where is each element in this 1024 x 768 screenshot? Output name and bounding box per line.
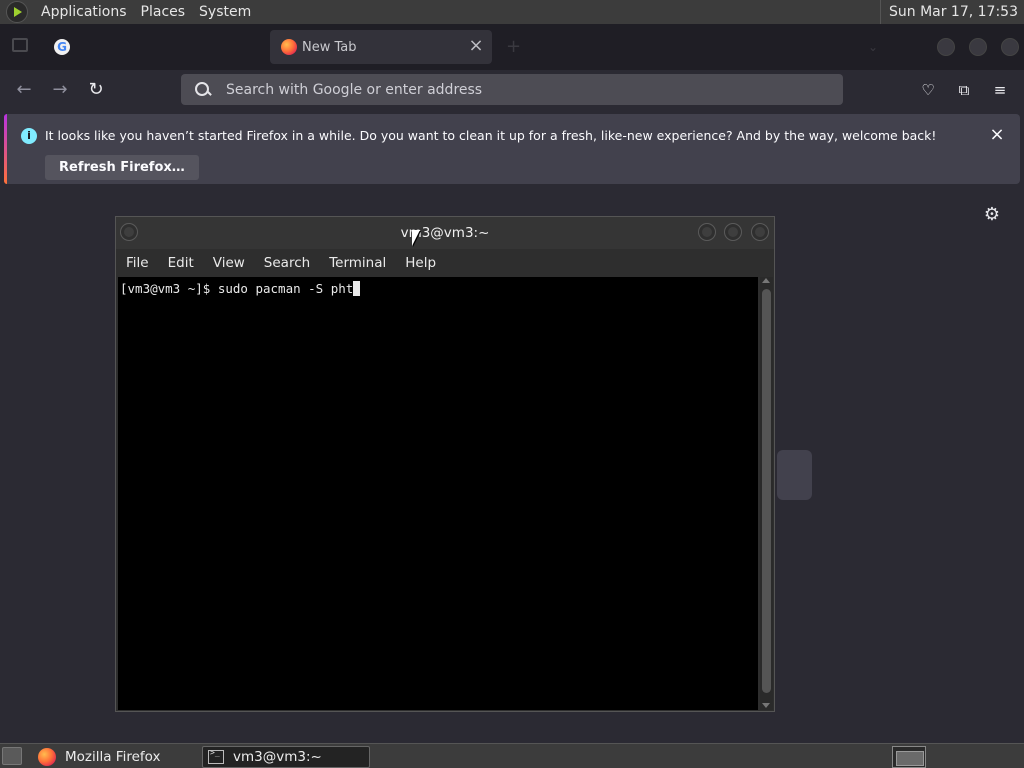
pocket-icon[interactable]: ♡ (918, 80, 938, 100)
terminal-window: vm3@vm3:~ File Edit View Search Terminal… (115, 216, 775, 712)
minimize-icon[interactable] (698, 223, 716, 241)
google-favicon-icon: G (54, 39, 70, 55)
applications-menu[interactable]: Applications (34, 0, 134, 24)
menu-terminal[interactable]: Terminal (319, 255, 395, 271)
typed-command: sudo pacman -S pht (217, 281, 354, 296)
terminal-icon (208, 748, 224, 764)
firefox-tab-bar: G New Tab × + ⌄ (0, 24, 1024, 70)
taskbar-firefox[interactable]: Mozilla Firefox (34, 746, 198, 768)
menu-edit[interactable]: Edit (158, 255, 203, 271)
notification-area: i It looks like you haven’t started Fire… (0, 110, 1024, 186)
bottom-panel: Mozilla Firefox vm3@vm3:~ (0, 743, 1024, 768)
gear-icon[interactable]: ⚙ (983, 206, 1001, 224)
menu-search[interactable]: Search (254, 255, 319, 271)
firefox-favicon-icon (281, 39, 297, 55)
tab-title: New Tab (302, 39, 357, 55)
workspace-switcher[interactable] (892, 746, 926, 768)
firefox-nav-bar: ← → ↻ ♡ ⧉ ≡ (0, 70, 1024, 110)
window-menu-icon[interactable] (120, 223, 138, 241)
hamburger-menu-icon[interactable]: ≡ (990, 80, 1010, 100)
terminal-screen[interactable]: [vm3@vm3 ~]$ sudo pacman -S pht (118, 277, 758, 710)
new-tab-plus-icon[interactable]: + (506, 38, 521, 56)
menu-help[interactable]: Help (395, 255, 445, 271)
extensions-puzzle-icon[interactable]: ⧉ (954, 80, 974, 100)
refresh-firefox-button[interactable]: Refresh Firefox… (45, 155, 199, 180)
terminal-titlebar[interactable]: vm3@vm3:~ (116, 217, 774, 249)
show-desktop-icon[interactable] (2, 747, 22, 765)
terminal-scrollbar[interactable] (760, 277, 773, 710)
firefox-icon (38, 748, 56, 766)
distro-logo-icon[interactable] (6, 1, 28, 23)
task-label: Mozilla Firefox (65, 749, 161, 765)
close-window-icon[interactable] (1001, 38, 1019, 56)
close-icon[interactable] (751, 223, 769, 241)
menu-view[interactable]: View (203, 255, 254, 271)
back-arrow-icon[interactable]: ← (14, 80, 34, 100)
tab-new-tab[interactable]: New Tab × (270, 30, 492, 64)
info-icon: i (21, 128, 37, 144)
url-bar[interactable] (181, 74, 843, 105)
notification-message: It looks like you haven’t started Firefo… (45, 128, 937, 143)
taskbar-terminal[interactable]: vm3@vm3:~ (202, 746, 370, 768)
scrollbar-thumb[interactable] (762, 289, 771, 693)
system-menu[interactable]: System (192, 0, 258, 24)
scroll-up-arrow-icon[interactable] (762, 278, 770, 283)
search-icon (194, 81, 212, 99)
shell-prompt: [vm3@vm3 ~]$ (120, 281, 218, 296)
refresh-firefox-notification: i It looks like you haven’t started Fire… (4, 114, 1020, 184)
minimize-window-icon[interactable] (937, 38, 955, 56)
places-menu[interactable]: Places (134, 0, 193, 24)
maximize-icon[interactable] (724, 223, 742, 241)
terminal-menubar: File Edit View Search Terminal Help (116, 249, 774, 277)
close-notification-icon[interactable]: × (989, 126, 1005, 144)
close-tab-icon[interactable]: × (468, 37, 484, 55)
tab-google[interactable]: G (42, 30, 268, 64)
forward-arrow-icon[interactable]: → (50, 80, 70, 100)
shortcut-tile[interactable] (777, 450, 812, 500)
top-panel: Applications Places System Sun Mar 17, 1… (0, 0, 1024, 24)
reload-icon[interactable]: ↻ (86, 80, 106, 100)
clock[interactable]: Sun Mar 17, 17:53 (879, 0, 1018, 24)
sidebar-toggle-icon[interactable] (12, 38, 28, 52)
task-label: vm3@vm3:~ (233, 749, 322, 765)
text-cursor (353, 281, 361, 296)
address-input[interactable] (226, 81, 806, 98)
scroll-down-arrow-icon[interactable] (762, 703, 770, 708)
mouse-pointer-icon (412, 230, 420, 246)
maximize-window-icon[interactable] (969, 38, 987, 56)
menu-file[interactable]: File (116, 255, 158, 271)
list-all-tabs-chevron-icon[interactable]: ⌄ (868, 40, 878, 54)
